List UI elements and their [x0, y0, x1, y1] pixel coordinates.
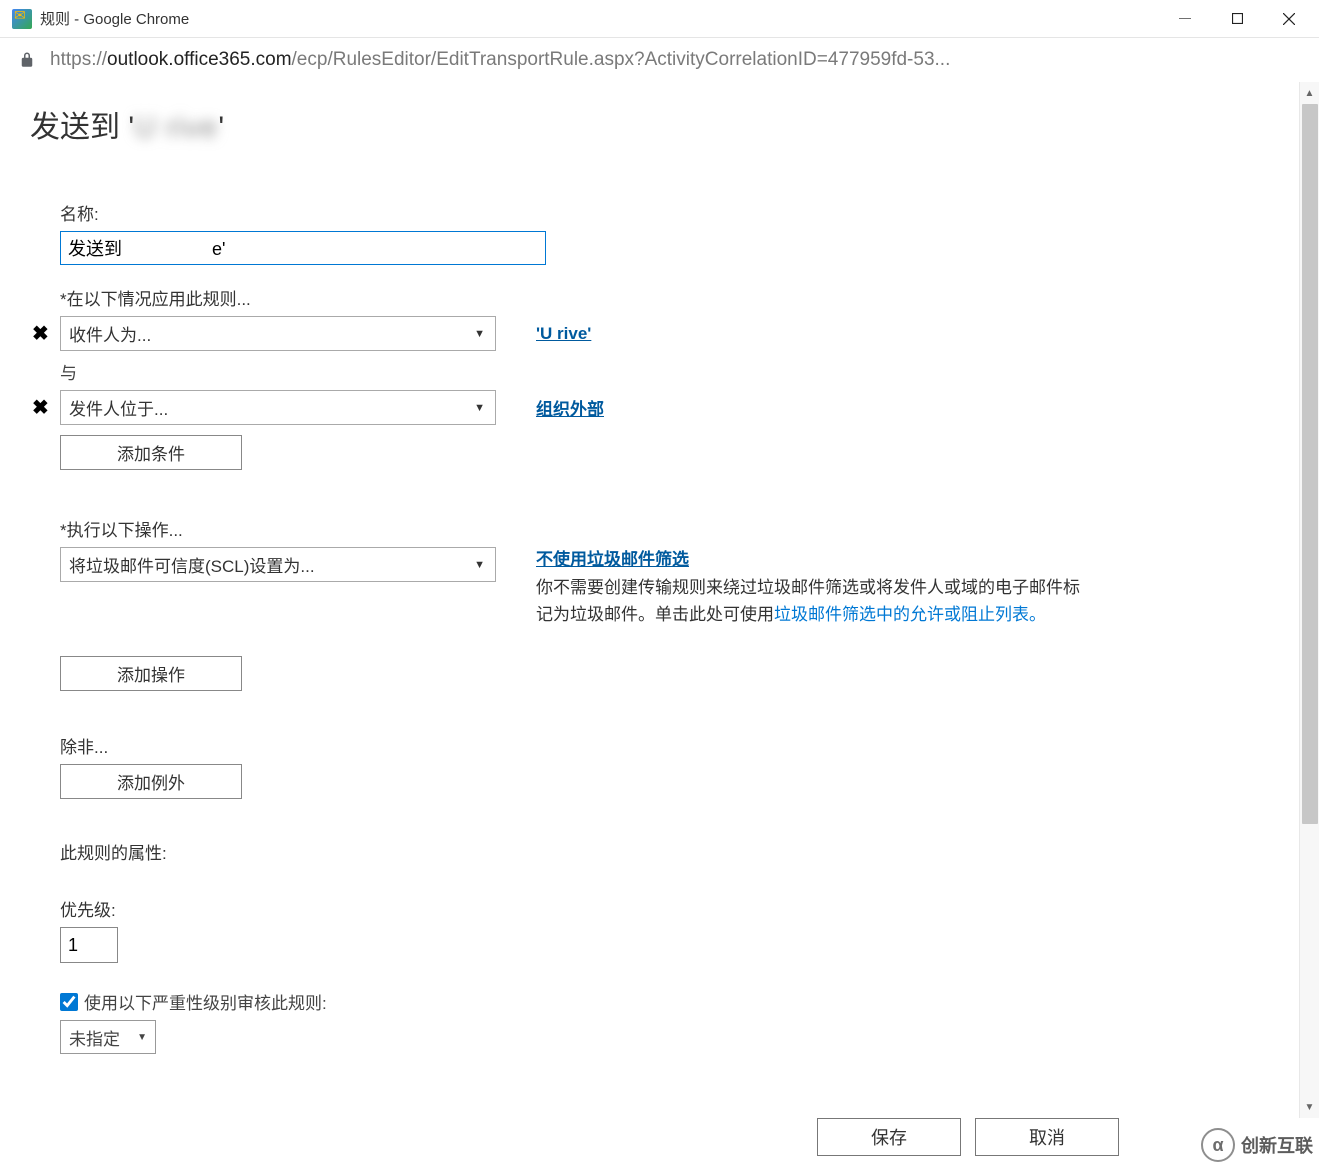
- chevron-down-icon: ▼: [474, 328, 485, 340]
- name-label: 名称:: [60, 200, 1283, 225]
- watermark: α 创新互联: [1201, 1128, 1313, 1162]
- save-button[interactable]: 保存: [817, 1118, 961, 1156]
- window-titlebar: 规则 - Google Chrome: [0, 0, 1319, 38]
- chevron-down-icon: ▼: [474, 402, 485, 414]
- url-host: outlook.office365.com: [107, 49, 292, 71]
- add-exception-button[interactable]: 添加例外: [60, 764, 242, 799]
- title-prefix: 发送到 ': [30, 111, 134, 144]
- do-following-label: *执行以下操作...: [60, 516, 1283, 541]
- remove-condition-1-icon[interactable]: ✖: [32, 321, 60, 346]
- condition-1-select[interactable]: 收件人为... ▼: [60, 316, 496, 351]
- scroll-up-icon[interactable]: ▲: [1300, 82, 1319, 104]
- close-button[interactable]: [1263, 2, 1315, 36]
- scroll-thumb[interactable]: [1302, 104, 1318, 824]
- address-bar[interactable]: https://outlook.office365.com/ecp/RulesE…: [0, 38, 1319, 82]
- cancel-button[interactable]: 取消: [975, 1118, 1119, 1156]
- condition-1-value-link[interactable]: 'U rive': [536, 324, 591, 344]
- action-info: 不使用垃圾邮件筛选 你不需要创建传输规则来绕过垃圾邮件筛选或将发件人或域的电子邮…: [536, 547, 1096, 628]
- condition-2-select[interactable]: 发件人位于... ▼: [60, 390, 496, 425]
- remove-condition-2-icon[interactable]: ✖: [32, 395, 60, 420]
- add-action-button[interactable]: 添加操作: [60, 656, 242, 691]
- priority-input[interactable]: [60, 927, 118, 963]
- and-label: 与: [60, 359, 1283, 384]
- severity-label: 使用以下严重性级别审核此规则:: [84, 989, 327, 1014]
- priority-label: 优先级:: [60, 896, 1283, 921]
- minimize-button[interactable]: [1159, 2, 1211, 36]
- title-suffix: ': [218, 111, 224, 144]
- severity-checkbox[interactable]: [60, 993, 78, 1011]
- app-icon: [12, 9, 32, 29]
- chevron-down-icon: ▼: [137, 1032, 147, 1043]
- lock-icon: [18, 51, 36, 69]
- action-select-value: 将垃圾邮件可信度(SCL)设置为...: [69, 552, 315, 577]
- watermark-icon: α: [1201, 1128, 1235, 1162]
- apply-rule-label: *在以下情况应用此规则...: [60, 285, 1283, 310]
- chevron-down-icon: ▼: [474, 559, 485, 571]
- watermark-text: 创新互联: [1241, 1132, 1313, 1158]
- except-label: 除非...: [60, 733, 1283, 758]
- properties-label: 此规则的属性:: [60, 839, 1283, 864]
- window-controls: [1159, 2, 1315, 36]
- footer: 保存 取消: [0, 1118, 1319, 1168]
- severity-select-value: 未指定: [69, 1025, 120, 1050]
- severity-select[interactable]: 未指定 ▼: [60, 1020, 156, 1054]
- name-input[interactable]: [60, 231, 546, 265]
- content-area: 发送到 'U rive' 名称: *在以下情况应用此规则... ✖ 收件人为..…: [0, 82, 1319, 1118]
- add-condition-button[interactable]: 添加条件: [60, 435, 242, 470]
- condition-1-select-value: 收件人为...: [69, 321, 151, 346]
- title-redacted: U rive: [134, 111, 218, 145]
- condition-2-select-value: 发件人位于...: [69, 395, 168, 420]
- url-scheme: https://: [50, 49, 107, 71]
- window-title: 规则 - Google Chrome: [40, 8, 189, 29]
- spam-filter-link[interactable]: 垃圾邮件筛选中的允许或阻止列表。: [774, 605, 1046, 624]
- action-select[interactable]: 将垃圾邮件可信度(SCL)设置为... ▼: [60, 547, 496, 582]
- url-path: /ecp/RulesEditor/EditTransportRule.aspx?…: [292, 49, 951, 71]
- maximize-button[interactable]: [1211, 2, 1263, 36]
- condition-2-value-link[interactable]: 组织外部: [536, 395, 604, 420]
- scrollbar[interactable]: ▲ ▼: [1299, 82, 1319, 1118]
- page-title: 发送到 'U rive': [30, 102, 1283, 146]
- scroll-down-icon[interactable]: ▼: [1300, 1096, 1319, 1118]
- action-info-title[interactable]: 不使用垃圾邮件筛选: [536, 547, 1096, 573]
